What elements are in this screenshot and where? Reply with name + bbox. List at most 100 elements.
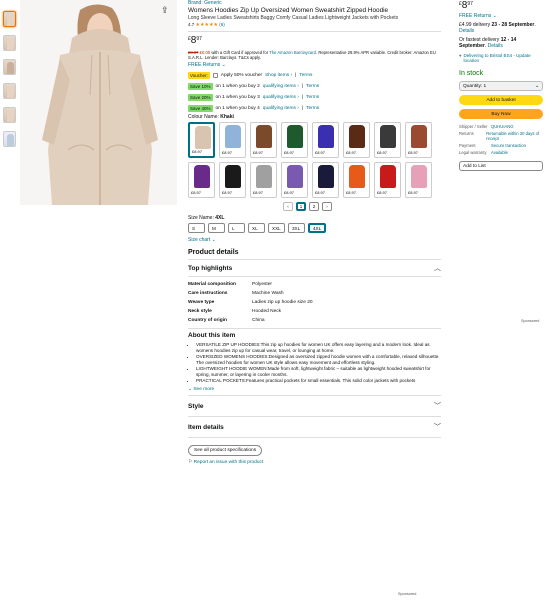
quantity-select[interactable]: Quantity: 1 ⌄ (459, 81, 543, 91)
fast-delivery-details-link[interactable]: Details (488, 43, 503, 49)
report-issue-link[interactable]: ⚐ Report an issue with this product (188, 460, 441, 465)
promo-badge: Save 40% (188, 105, 213, 112)
thumbnail[interactable] (3, 131, 16, 147)
swatch-image (349, 165, 365, 188)
divider (188, 395, 441, 396)
swatch-image (349, 125, 365, 148)
terms-link[interactable]: Terms (306, 84, 319, 89)
promotions: Voucher: Apply 50% voucher Shop items › | Te… (188, 72, 441, 112)
thumbnail[interactable] (3, 107, 16, 123)
barclaycard-link[interactable]: The Amazon Barclaycard (269, 50, 316, 55)
seller-info-value[interactable]: QUHUIANG (491, 124, 514, 129)
pager-page-2[interactable]: 2 (309, 202, 319, 211)
sponsored-bottom-label: Sponsored (398, 592, 417, 596)
swatch-price: £8.97 (284, 190, 295, 195)
pager-prev-button[interactable]: ‹ (283, 202, 293, 211)
see-all-specs-button[interactable]: See all product specifications (188, 445, 263, 456)
swatch-price: £8.97 (346, 150, 357, 155)
colour-swatch[interactable]: £8.97 (250, 122, 277, 158)
colour-swatch[interactable]: £8.97 (405, 122, 432, 158)
colour-swatch[interactable]: £8.97 (312, 162, 339, 198)
chevron-down-icon: ⌄ (534, 83, 539, 89)
style-toggle[interactable]: Style ﹀ (188, 401, 441, 411)
colour-swatch[interactable]: £8.97 (343, 162, 370, 198)
size-option[interactable]: S (188, 223, 205, 233)
seller-info-value[interactable]: Available (491, 150, 508, 155)
seller-info-key: Returns (459, 131, 474, 136)
size-option[interactable]: M (208, 223, 225, 233)
brand-link[interactable]: Brand: Generic (188, 0, 441, 6)
seller-info-value[interactable]: Secure transaction (491, 143, 526, 148)
colour-value: Khaki (220, 114, 234, 120)
item-details-toggle[interactable]: Item details ﹀ (188, 422, 441, 432)
seller-info-value[interactable]: Returnable within 30 days of receipt (486, 131, 543, 141)
swatch-price: £8.97 (253, 150, 264, 155)
seller-info-row: Legal warranty Available (459, 150, 543, 155)
product-details-heading: Product details (188, 249, 239, 256)
pager-next-button[interactable]: › (322, 202, 332, 211)
colour-swatch[interactable]: £8.97 (188, 122, 215, 158)
size-option[interactable]: L (228, 223, 245, 233)
swatch-price: £8.97 (284, 150, 295, 155)
rating[interactable]: 4.7 ★★★★★ (6) (188, 22, 441, 28)
size-option[interactable]: XXL (268, 223, 285, 233)
promo-text: on 1 when you buy 3 (215, 95, 260, 100)
free-returns-link[interactable]: FREE Returns ⌄ (188, 62, 441, 68)
details-key: Neck style (188, 309, 212, 314)
details-row: Neck style Hooded Neck (188, 307, 313, 316)
seller-info-key: Payment (459, 143, 476, 148)
delivery-details-link[interactable]: Details (459, 28, 474, 34)
colour-swatch[interactable]: £8.97 (281, 122, 308, 158)
terms-link[interactable]: Terms (306, 95, 319, 100)
add-to-basket-button[interactable]: Add to basket (459, 95, 543, 105)
share-icon[interactable]: ⇪ (161, 5, 169, 16)
colour-swatch[interactable]: £8.97 (405, 162, 432, 198)
swatch-image (225, 125, 241, 148)
swatch-image (195, 126, 211, 149)
thumbnail[interactable] (3, 59, 16, 75)
thumbnail[interactable] (3, 11, 16, 27)
size-chart-link[interactable]: Size chart ⌄ (188, 237, 441, 243)
colour-swatch[interactable]: £8.97 (374, 122, 401, 158)
qualifying-items-link[interactable]: qualifying items › (263, 106, 299, 111)
see-more-link[interactable]: ⌄ See more (188, 387, 441, 392)
qualifying-items-link[interactable]: qualifying items › (263, 84, 299, 89)
product-info: Brand: Generic Womens Hoodies Zip Up Ove… (188, 0, 441, 465)
rating-count[interactable]: (6) (219, 22, 225, 27)
add-to-list-button[interactable]: Add to List (459, 161, 543, 171)
qualifying-items-link[interactable]: qualifying items › (263, 95, 299, 100)
thumbnail[interactable] (3, 83, 16, 99)
swatch-price: £8.97 (253, 190, 264, 195)
buy-now-button[interactable]: Buy Now (459, 109, 543, 119)
main-product-image[interactable] (20, 0, 177, 205)
colour-swatches: £8.97 £8.97 £8.97 £8.97 £8.97 £8.97 £8.97 £8.97… (188, 122, 441, 198)
pager-page-1[interactable]: 1 (296, 202, 306, 211)
chevron-down-icon: ⌄ (221, 62, 226, 68)
free-returns-label: FREE Returns (188, 62, 221, 68)
colour-swatch[interactable]: £8.97 (343, 122, 370, 158)
terms-link[interactable]: Terms (306, 106, 319, 111)
details-value: Hooded Neck (252, 309, 282, 314)
top-highlights-toggle[interactable]: Top highlights ︿ (188, 263, 441, 273)
colour-swatch[interactable]: £8.97 (219, 122, 246, 158)
divider (188, 416, 441, 417)
location-link[interactable]: ⌖ Delivering to Bristol BS4 - Update loc… (459, 53, 543, 63)
colour-swatch[interactable]: £8.97 (281, 162, 308, 198)
colour-swatch[interactable]: £8.97 (312, 122, 339, 158)
size-options: S M L XL XXL 3XL 4XL (188, 223, 441, 233)
terms-link[interactable]: Terms (299, 73, 312, 78)
buybox-returns-link[interactable]: FREE Returns ⌄ (459, 13, 543, 19)
details-row: Country of origin China (188, 316, 313, 325)
swatch-image (380, 125, 396, 148)
voucher-checkbox[interactable] (212, 73, 218, 78)
size-option[interactable]: 4XL (308, 223, 327, 233)
size-chart-label: Size chart (188, 237, 211, 243)
colour-swatch[interactable]: £8.97 (219, 162, 246, 198)
colour-swatch[interactable]: £8.97 (374, 162, 401, 198)
size-option[interactable]: XL (248, 223, 265, 233)
qualifying-items-link[interactable]: Shop items › (265, 73, 292, 78)
size-option[interactable]: 3XL (288, 223, 305, 233)
thumbnail[interactable] (3, 35, 16, 51)
colour-swatch[interactable]: £8.97 (188, 162, 215, 198)
colour-swatch[interactable]: £8.97 (250, 162, 277, 198)
